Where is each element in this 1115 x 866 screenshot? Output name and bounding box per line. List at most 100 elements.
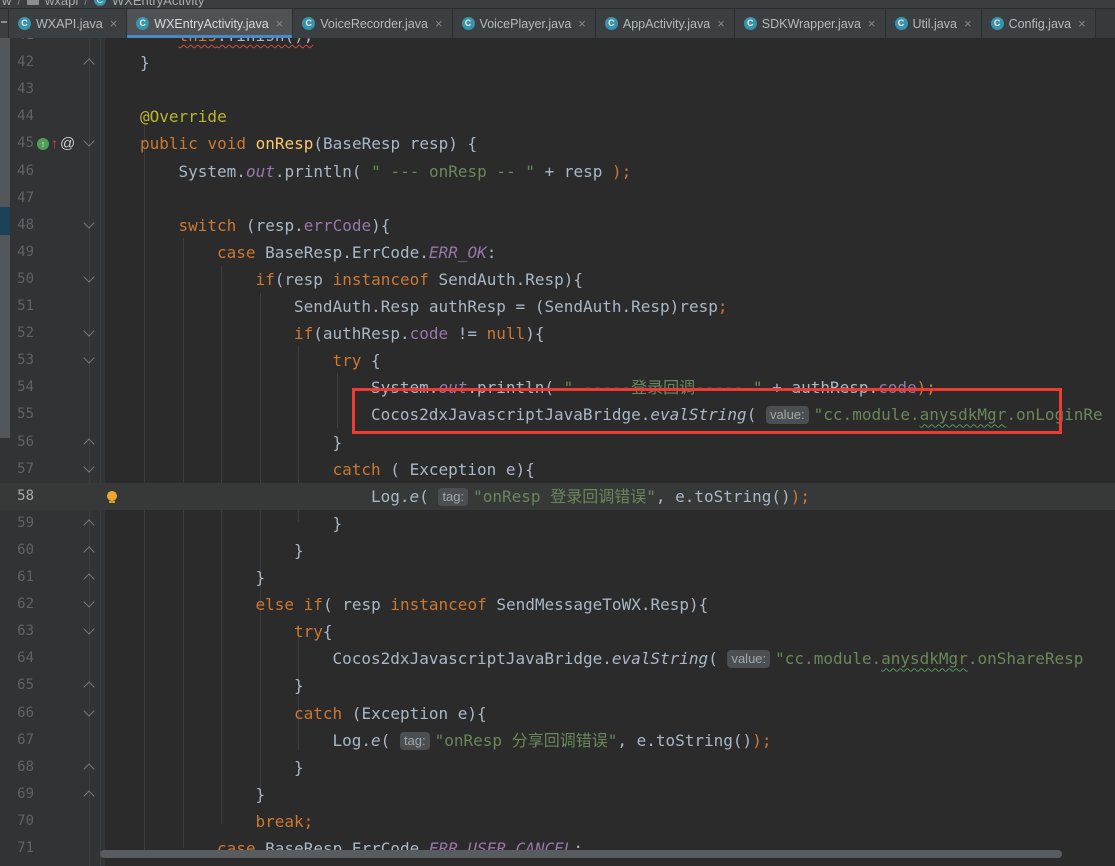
- code-line[interactable]: 68}: [0, 754, 1115, 781]
- line-number[interactable]: 72: [0, 862, 34, 866]
- code-line[interactable]: 49 case BaseResp.ErrCode.ERR_OK:: [0, 239, 1115, 266]
- code-token: if: [303, 595, 323, 615]
- code-line[interactable]: 60}: [0, 537, 1115, 564]
- code-line[interactable]: 45 ↑ ↑ @ public void onResp(BaseResp resp) {: [0, 130, 1115, 157]
- tab-config-java[interactable]: C Config.java ×: [981, 9, 1096, 38]
- code-token: (BaseResp resp) {: [313, 134, 478, 154]
- close-icon[interactable]: ×: [868, 17, 876, 30]
- line-number[interactable]: 62: [0, 591, 34, 618]
- code-line[interactable]: 53 try {: [0, 347, 1115, 374]
- line-number[interactable]: 71: [0, 835, 34, 862]
- parameter-hint-chip: tag:: [438, 487, 469, 506]
- code-line[interactable]: 63 try{: [0, 618, 1115, 645]
- code-line[interactable]: 44 @Override: [0, 103, 1115, 130]
- line-number[interactable]: 59: [0, 510, 34, 537]
- line-number[interactable]: 66: [0, 700, 34, 727]
- overrides-method-icon[interactable]: ↑: [37, 137, 49, 150]
- code-token: void: [207, 134, 246, 154]
- code-line[interactable]: 50 if(resp instanceof SendAuth.Resp){: [0, 266, 1115, 293]
- code-line[interactable]: 42}: [0, 49, 1115, 76]
- fold-up-icon[interactable]: [83, 573, 95, 585]
- tab-label: VoiceRecorder.java: [320, 16, 428, 31]
- fold-up-icon[interactable]: [83, 437, 95, 450]
- fold-down-icon[interactable]: [83, 623, 95, 635]
- horizontal-scrollbar[interactable]: [100, 850, 1062, 858]
- tab-sdkwrapper-java[interactable]: C SDKWrapper.java ×: [734, 9, 886, 38]
- code-line[interactable]: 46 System.out.println( " --- onResp -- " …: [0, 158, 1115, 185]
- fold-down-icon[interactable]: [83, 325, 95, 337]
- code-text: else if( resp instanceof SendMessageToWX…: [105, 591, 709, 618]
- close-icon[interactable]: ×: [717, 17, 725, 30]
- code-line[interactable]: 41this.finish();: [0, 38, 1115, 49]
- code-line[interactable]: 70 break;: [0, 808, 1115, 835]
- line-number[interactable]: 65: [0, 672, 34, 699]
- line-number[interactable]: 68: [0, 754, 34, 781]
- tab-overflow-sliver[interactable]: [0, 9, 9, 38]
- code-token: out: [245, 161, 275, 181]
- line-number[interactable]: 63: [0, 618, 34, 645]
- code-token: :: [486, 242, 497, 262]
- navigate-up-icon[interactable]: ↑: [51, 130, 58, 157]
- close-icon[interactable]: ×: [964, 17, 972, 30]
- line-number[interactable]: 60: [0, 537, 34, 564]
- fold-down-icon[interactable]: [83, 217, 95, 229]
- code-line[interactable]: 67 Log.e( tag: "onResp 分享回调错误", e.toString…: [0, 727, 1115, 754]
- fold-down-icon[interactable]: [83, 352, 95, 364]
- code-line[interactable]: 72 //: [0, 862, 1115, 866]
- breadcrumb-segment[interactable]: w: [2, 0, 11, 8]
- close-icon[interactable]: ×: [1078, 17, 1086, 30]
- fold-up-icon[interactable]: [83, 519, 95, 531]
- line-number[interactable]: 70: [0, 808, 34, 835]
- code-line[interactable]: 59}: [0, 510, 1115, 537]
- code-line[interactable]: 48 switch (resp.errCode){: [0, 212, 1115, 239]
- code-line[interactable]: 57 catch ( Exception e){: [0, 456, 1115, 483]
- tab-appactivity-java[interactable]: C AppActivity.java ×: [595, 9, 735, 38]
- code-line[interactable]: 69}: [0, 781, 1115, 808]
- tab-wxentryactivity-java[interactable]: C WXEntryActivity.java ×: [127, 9, 294, 38]
- fold-down-icon[interactable]: [83, 271, 95, 283]
- line-number[interactable]: 58: [0, 483, 34, 510]
- fold-up-icon[interactable]: [83, 58, 95, 70]
- tab-wxapi-java[interactable]: C WXAPI.java ×: [9, 9, 128, 38]
- line-number[interactable]: 64: [0, 645, 34, 672]
- breadcrumb-segment[interactable]: wxapi: [45, 0, 78, 8]
- code-line[interactable]: 62 else if( resp instanceof SendMessageTo…: [0, 591, 1115, 618]
- code-line[interactable]: 58 Log.e( tag: "onResp 登录回调错误", e.toString…: [0, 482, 1115, 510]
- tab-voicerecorder-java[interactable]: C VoiceRecorder.java ×: [293, 9, 453, 38]
- fold-down-icon[interactable]: [83, 704, 95, 717]
- fold-up-icon[interactable]: [83, 790, 95, 802]
- breadcrumb-segment[interactable]: WXEntryActivity: [112, 0, 204, 8]
- code-token: evalString: [611, 649, 709, 669]
- editor-pane[interactable]: 41this.finish();42}4344@Override45↑↑@pub…: [0, 38, 1115, 866]
- project-panel-scrollbar[interactable]: [0, 38, 10, 438]
- code-line[interactable]: 65}: [0, 672, 1115, 699]
- fold-down-icon[interactable]: [83, 596, 95, 608]
- code-line[interactable]: 47: [0, 185, 1115, 212]
- code-token: Cocos2dxJavascriptJavaBridge.: [332, 649, 612, 669]
- close-icon[interactable]: ×: [276, 17, 284, 30]
- line-number[interactable]: 67: [0, 727, 34, 754]
- close-icon[interactable]: ×: [435, 17, 443, 30]
- line-number[interactable]: 69: [0, 781, 34, 808]
- line-number[interactable]: 57: [0, 456, 34, 483]
- fold-up-icon[interactable]: [83, 763, 95, 775]
- code-line[interactable]: 43: [0, 76, 1115, 103]
- code-line[interactable]: 52 if(authResp.code != null){: [0, 320, 1115, 347]
- fold-up-icon[interactable]: [83, 546, 95, 558]
- code-line[interactable]: 51 SendAuth.Resp authResp = (SendAuth.Res…: [0, 293, 1115, 320]
- code-line[interactable]: 66 catch (Exception e){: [0, 700, 1115, 727]
- fold-down-icon[interactable]: [83, 460, 95, 473]
- tab-voiceplayer-java[interactable]: C VoicePlayer.java ×: [452, 9, 596, 38]
- fold-down-icon[interactable]: [83, 135, 95, 148]
- class-icon: C: [18, 17, 31, 30]
- tab-util-java[interactable]: C Util.java ×: [885, 9, 982, 38]
- code-line[interactable]: 61}: [0, 564, 1115, 591]
- code-token: anysdkMgr: [881, 649, 968, 669]
- close-icon[interactable]: ×: [110, 17, 118, 30]
- code-line[interactable]: 64 Cocos2dxJavascriptJavaBridge.evalStrin…: [0, 645, 1115, 672]
- code-token: catch: [332, 459, 381, 479]
- close-icon[interactable]: ×: [578, 17, 586, 30]
- breadcrumb-path[interactable]: w / wxapi / C WXEntryActivity: [2, 0, 204, 8]
- fold-up-icon[interactable]: [83, 681, 95, 694]
- line-number[interactable]: 61: [0, 564, 34, 591]
